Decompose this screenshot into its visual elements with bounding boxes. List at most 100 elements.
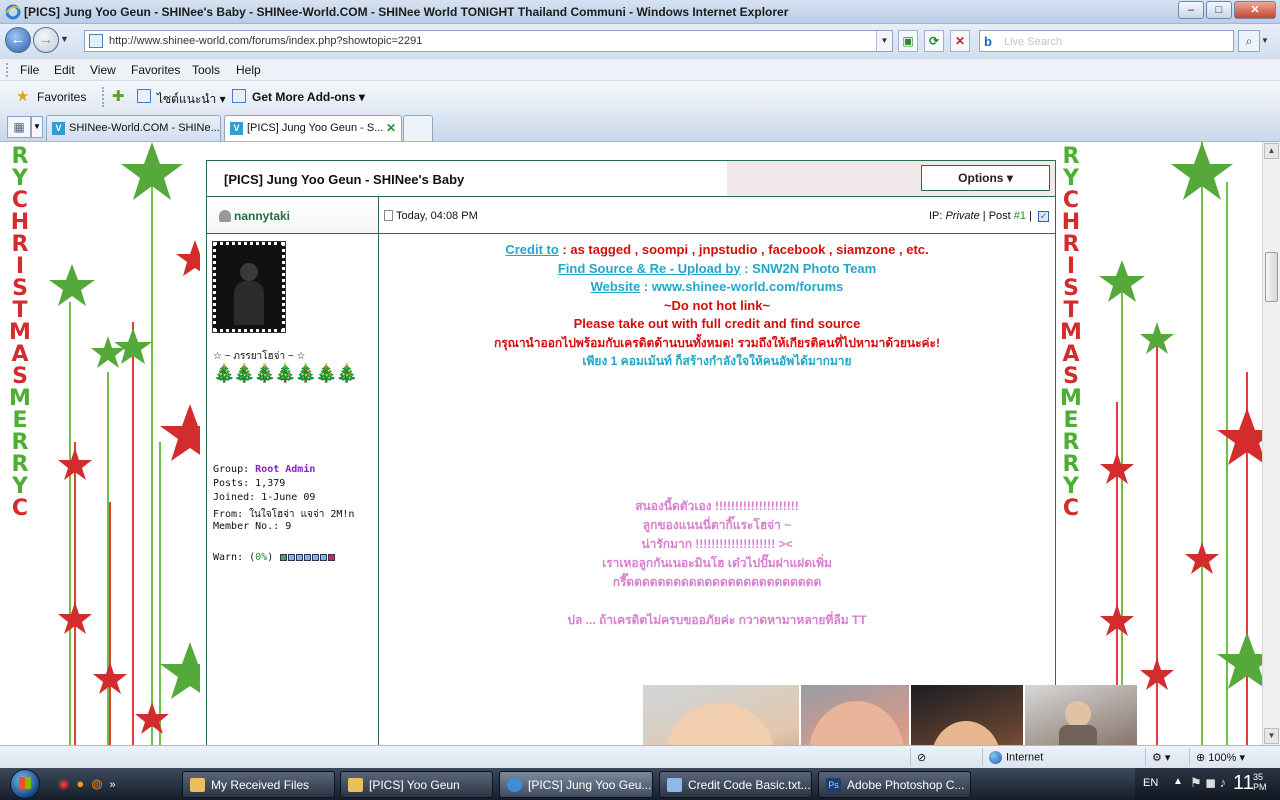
address-dropdown-icon[interactable]: ▼ <box>876 31 892 51</box>
author-group: Group: Root Admin <box>213 464 315 475</box>
warn-level-box <box>280 553 288 561</box>
get-more-addons-link[interactable]: Get More Add-ons ▾ <box>252 90 365 104</box>
options-button[interactable]: Options ▾ <box>921 165 1050 191</box>
recent-pages-dropdown-icon[interactable]: ▼ <box>60 34 69 44</box>
menu-file[interactable]: File <box>20 63 39 77</box>
forward-button[interactable]: → <box>33 27 59 53</box>
clock-detail[interactable]: 35 PM <box>1253 772 1267 792</box>
window-title: [PICS] Jung Yoo Geun - SHINee's Baby - S… <box>24 5 789 19</box>
quick-launch-app-icon[interactable]: ◍ <box>91 776 102 791</box>
member-label: Member No.: <box>213 521 280 532</box>
warn-label: Warn: ( <box>213 552 256 563</box>
letter: C <box>11 188 29 213</box>
post-number-link[interactable]: #1 <box>1014 210 1026 222</box>
page-viewport: R Y C H R I S T M A S M E R R Y C R Y C … <box>0 142 1262 745</box>
toolbar-grip[interactable] <box>6 63 8 77</box>
baby-photo[interactable] <box>799 685 909 745</box>
vertical-scrollbar[interactable]: ▲ ▼ <box>1262 142 1280 745</box>
search-input[interactable]: Live Search <box>1004 36 1062 48</box>
warn-close: ) <box>267 552 274 563</box>
credit-link[interactable]: Credit to <box>505 242 558 257</box>
menu-tools[interactable]: Tools <box>192 63 220 77</box>
maximize-button[interactable]: □ <box>1206 1 1232 19</box>
close-window-button[interactable]: ✕ <box>1234 1 1276 19</box>
clock-hour[interactable]: 11 <box>1233 772 1254 795</box>
search-options-dropdown-icon[interactable]: ▼ <box>1261 36 1269 45</box>
letter: R <box>11 144 29 169</box>
menu-help[interactable]: Help <box>236 63 261 77</box>
message-line: ปล ... ถ้าเครดิตไม่ครบขออภัยค่ะ กวาดหามา… <box>567 613 867 627</box>
tab-shinee-world[interactable]: V SHINee-World.COM - SHINe... <box>46 115 221 141</box>
address-bar[interactable]: http://www.shinee-world.com/forums/index… <box>84 30 893 52</box>
new-tab-button[interactable] <box>403 115 433 141</box>
quick-launch-app-icon[interactable]: ◉ <box>58 776 69 791</box>
scroll-down-icon[interactable]: ▼ <box>1264 728 1279 744</box>
menu-favorites[interactable]: Favorites <box>131 63 180 77</box>
quick-launch-app-icon[interactable]: ● <box>76 776 84 791</box>
baby-photo[interactable] <box>1023 685 1137 745</box>
letter: R <box>11 232 29 257</box>
letter: R <box>1062 144 1080 169</box>
baby-photo[interactable] <box>909 685 1023 745</box>
back-button[interactable]: ← <box>5 27 31 53</box>
from-value: ในใจโฮจ่า แจจ่า 2M!n <box>249 509 355 520</box>
taskbar-item[interactable]: Credit Code Basic.txt... <box>659 771 812 798</box>
minimize-button[interactable]: – <box>1178 1 1204 19</box>
add-to-favorites-icon[interactable]: ✚ <box>112 87 125 105</box>
scroll-up-icon[interactable]: ▲ <box>1264 143 1279 159</box>
favorites-bar: ★ Favorites ✚ ไซต์แนะนำ ▾ Get More Add-o… <box>0 80 1280 112</box>
suggested-sites-link[interactable]: ไซต์แนะนำ ▾ <box>157 90 226 109</box>
suggested-sites-page-icon <box>137 89 151 103</box>
zoom-control[interactable]: ⊕ 100% ▾ <box>1189 748 1269 766</box>
select-post-checkbox[interactable]: ✓ <box>1038 210 1049 222</box>
tab-pics-jung-yoo-geun[interactable]: V [PICS] Jung Yoo Geun - S... ✕ <box>224 115 402 141</box>
language-indicator[interactable]: EN <box>1143 777 1158 789</box>
refresh-icon[interactable]: ⟳ <box>924 30 944 52</box>
taskbar-item-label: [PICS] Jung Yoo Geu... <box>528 778 652 792</box>
warn-value: 0% <box>255 552 268 563</box>
show-hidden-icons-icon[interactable]: ▲ <box>1173 776 1183 787</box>
author-posts: Posts: 1,379 <box>213 478 285 489</box>
favorites-button[interactable]: Favorites <box>37 90 86 104</box>
user-icon <box>219 210 231 222</box>
credit-text: : as tagged , soompi , jnpstudio , faceb… <box>558 242 929 257</box>
avatar[interactable] <box>212 241 286 333</box>
taskbar-item[interactable]: Ps Adobe Photoshop C... <box>818 771 971 798</box>
author-member-no: Member No.: 9 <box>213 521 291 532</box>
letter: R <box>11 452 29 477</box>
menu-edit[interactable]: Edit <box>54 63 75 77</box>
scroll-thumb[interactable] <box>1265 252 1278 302</box>
baby-photo[interactable] <box>643 685 799 745</box>
credit-line: Credit to : as tagged , soompi , jnpstud… <box>379 241 1055 260</box>
tab-label: [PICS] Jung Yoo Geun - S... <box>247 122 384 134</box>
author-name[interactable]: nannytaki <box>234 209 290 223</box>
warn-level-box <box>296 553 304 561</box>
live-search-box[interactable]: b Live Search <box>979 30 1234 52</box>
protected-mode-icon[interactable]: ⚙ ▾ <box>1145 748 1187 766</box>
author-panel: nannytaki ☆ ~ ภรรยาโฮจ่า ~ ☆ 🎄🎄🎄🎄🎄🎄🎄 Gro… <box>207 197 379 745</box>
menu-view[interactable]: View <box>90 63 116 77</box>
post-content-panel: Today, 04:08 PM IP: Private | Post #1 | … <box>379 197 1137 745</box>
tray-icons[interactable]: ⚑ ◼ ♪ <box>1190 775 1226 791</box>
website-link[interactable]: Website <box>591 279 641 294</box>
security-zone[interactable]: Internet <box>982 748 1142 766</box>
stop-icon[interactable]: ✕ <box>950 30 970 52</box>
search-icon[interactable]: ⌕ <box>1238 30 1260 52</box>
compatibility-view-icon[interactable]: ▣ <box>898 30 918 52</box>
take-out-text: Please take out with full credit and fin… <box>573 316 861 331</box>
message-line: กรี๊ดดดดดดดดดดดดดดดดดดดดดดดดด <box>612 575 822 589</box>
tab-list-dropdown-icon[interactable]: ▼ <box>31 116 43 138</box>
popup-blocker-icon[interactable]: ⊘ <box>910 748 980 766</box>
taskbar-item[interactable]: My Received Files <box>182 771 335 798</box>
close-tab-icon[interactable]: ✕ <box>386 121 396 135</box>
letter: M <box>1060 386 1082 411</box>
taskbar-item[interactable]: [PICS] Yoo Geun <box>340 771 493 798</box>
address-url[interactable]: http://www.shinee-world.com/forums/index… <box>109 35 422 47</box>
start-button[interactable] <box>6 768 44 800</box>
taskbar-item[interactable]: [PICS] Jung Yoo Geu... <box>499 771 653 798</box>
system-tray: EN ▲ ⚑ ◼ ♪ 11 35 PM <box>1135 768 1280 800</box>
quick-launch-more-icon[interactable]: » <box>110 779 116 791</box>
quick-tabs-icon[interactable]: ▦ <box>7 116 31 138</box>
find-source-link[interactable]: Find Source & Re - Upload by <box>558 261 741 276</box>
taskbar-item-label: [PICS] Yoo Geun <box>369 778 460 792</box>
